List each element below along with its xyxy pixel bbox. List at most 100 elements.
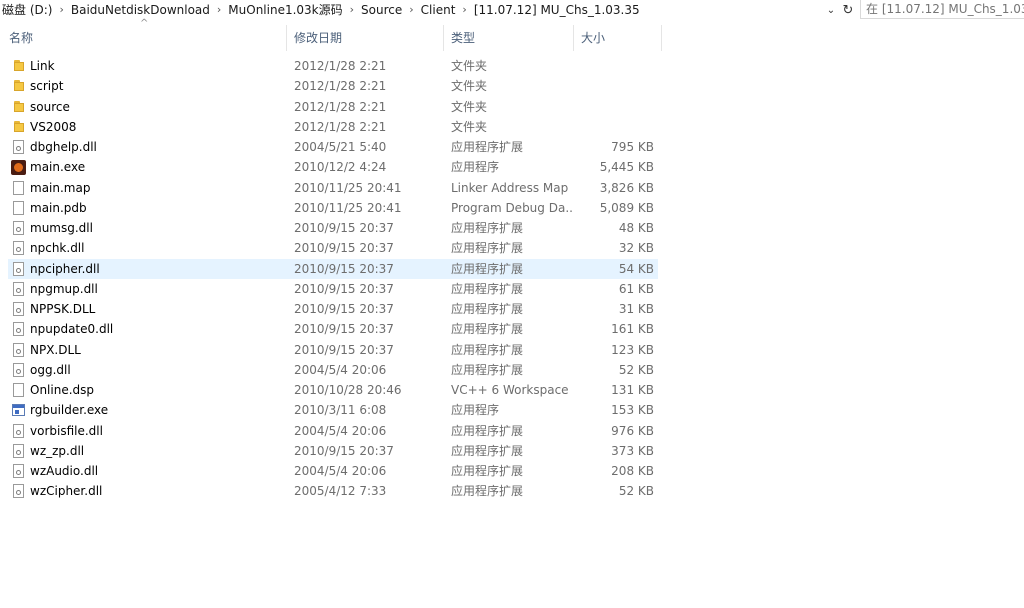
search-box[interactable] [860,0,1024,19]
breadcrumb-item[interactable]: 磁盘 (D:) [0,0,54,20]
file-row[interactable]: wz_zp.dll 2010/9/15 20:37 应用程序扩展 373 KB [8,441,658,461]
file-size: 52 KB [618,362,654,377]
file-size: 31 KB [618,302,654,316]
breadcrumb-separator[interactable]: › [54,0,68,20]
file-type: 文件夹 [451,79,488,94]
search-input[interactable] [861,0,1024,18]
column-header-date[interactable]: 修改日期 [285,25,444,51]
file-type: 应用程序扩展 [451,464,524,478]
dll-icon [13,241,24,256]
column-header-size[interactable]: 大小 [572,25,662,51]
file-type: 应用程序扩展 [451,261,524,276]
file-name: script [30,79,64,94]
file-size: 373 KB [611,443,654,458]
file-row[interactable]: vorbisfile.dll 2004/5/4 20:06 应用程序扩展 976 KB [8,421,658,441]
file-name: wzAudio.dll [30,464,99,478]
file-date: 2010/9/15 20:37 [294,221,394,235]
file-date: 2012/1/28 2:21 [294,59,387,73]
file-name: wz_zp.dll [30,443,85,458]
file-name: vorbisfile.dll [30,423,103,438]
file-name: dbghelp.dll [30,140,97,154]
file-type: 应用程序扩展 [451,443,524,458]
file-row[interactable]: wzCipher.dll 2005/4/12 7:33 应用程序扩展 52 KB [8,481,658,501]
column-header-type[interactable]: 类型 [442,25,574,51]
breadcrumb-separator[interactable]: › [404,0,418,20]
file-date: 2010/9/15 20:37 [294,443,394,458]
folder-icon [12,59,25,74]
dll-icon [13,342,24,357]
dll-icon [13,221,24,235]
breadcrumb-separator[interactable]: › [212,0,226,20]
column-header-size-label: 大小 [581,31,606,45]
file-row[interactable]: npcipher.dll 2010/9/15 20:37 应用程序扩展 54 KB [8,258,658,279]
breadcrumb-item[interactable]: BaiduNetdiskDownload [69,0,212,20]
dll-icon [13,362,24,377]
exe-app-icon [12,404,25,417]
file-name: main.pdb [30,200,87,215]
file-name: npupdate0.dll [30,322,114,337]
chevron-down-icon[interactable]: ⌄ [823,0,839,20]
file-row[interactable]: main.exe 2010/12/2 4:24 应用程序 5,445 KB [8,157,658,177]
breadcrumb-item[interactable]: [11.07.12] MU_Chs_1.03.35 [472,0,642,20]
file-date: 2010/12/2 4:24 [294,160,387,175]
file-date: 2012/1/28 2:21 [294,79,387,94]
file-size: 52 KB [618,484,654,499]
file-row[interactable]: Online.dsp 2010/10/28 20:46 VC++ 6 Workspa… [8,380,658,400]
refresh-icon[interactable]: ↻ [839,0,857,20]
dll-icon [13,281,24,296]
file-row[interactable]: dbghelp.dll 2004/5/21 5:40 应用程序扩展 795 KB [8,137,658,157]
file-size: 976 KB [611,423,654,438]
file-row[interactable]: main.pdb 2010/11/25 20:41 Program Debug Da… [8,198,658,218]
breadcrumb-item[interactable]: Source [359,0,404,20]
file-type: 应用程序扩展 [451,342,524,357]
breadcrumb[interactable]: 磁盘 (D:) › BaiduNetdiskDownload › MuOnline1.0… [0,0,830,20]
file-date: 2004/5/4 20:06 [294,464,387,478]
file-row[interactable]: ogg.dll 2004/5/4 20:06 应用程序扩展 52 KB [8,360,658,380]
breadcrumb-separator[interactable]: › [457,0,471,20]
file-size: 48 KB [618,221,654,235]
file-row[interactable]: npchk.dll 2010/9/15 20:37 应用程序扩展 32 KB [8,238,658,258]
file-name: main.exe [30,160,86,175]
file-type: Linker Address Map [451,180,569,195]
file-date: 2004/5/4 20:06 [294,362,387,377]
file-row[interactable]: rgbuilder.exe 2010/3/11 6:08 应用程序 153 KB [8,400,658,420]
file-date: 2010/9/15 20:37 [294,241,394,256]
dll-icon [13,140,24,154]
file-row[interactable]: npupdate0.dll 2010/9/15 20:37 应用程序扩展 161 KB [8,319,658,339]
file-row[interactable]: script 2012/1/28 2:21 文件夹 [8,76,658,96]
file-row[interactable]: VS2008 2012/1/28 2:21 文件夹 [8,117,658,137]
file-size: 5,445 KB [599,160,654,175]
folder-icon [12,120,25,135]
file-name: main.map [30,180,91,195]
file-type: Program Debug Da... [451,200,573,215]
file-row[interactable]: source 2012/1/28 2:21 文件夹 [8,97,658,117]
breadcrumb-item[interactable]: Client [419,0,458,20]
file-name: Link [30,59,55,73]
breadcrumb-separator[interactable]: › [345,0,359,20]
dll-icon [13,464,24,478]
dll-icon [13,261,24,276]
file-date: 2004/5/21 5:40 [294,140,387,154]
file-type: 文件夹 [451,59,488,73]
file-row[interactable]: NPPSK.DLL 2010/9/15 20:37 应用程序扩展 31 KB [8,299,658,319]
file-row[interactable]: wzAudio.dll 2004/5/4 20:06 应用程序扩展 208 KB [8,461,658,481]
file-row[interactable]: main.map 2010/11/25 20:41 Linker Address M… [8,178,658,198]
file-date: 2010/9/15 20:37 [294,302,394,316]
file-row[interactable]: npgmup.dll 2010/9/15 20:37 应用程序扩展 61 KB [8,279,658,299]
file-size: 3,826 KB [599,180,654,195]
file-type: 应用程序扩展 [451,281,524,296]
file-name: mumsg.dll [30,221,93,235]
file-row[interactable]: mumsg.dll 2010/9/15 20:37 应用程序扩展 48 KB [8,218,658,238]
file-name: Online.dsp [30,383,95,397]
file-type: 文件夹 [451,99,488,114]
file-size: 123 KB [611,342,654,357]
column-header-name[interactable]: 名称 [0,25,287,51]
file-size: 54 KB [618,261,654,276]
file-type: 应用程序扩展 [451,484,524,499]
file-row[interactable]: Link 2012/1/28 2:21 文件夹 [8,56,658,76]
file-type: 应用程序 [451,160,500,175]
file-row[interactable]: NPX.DLL 2010/9/15 20:37 应用程序扩展 123 KB [8,340,658,360]
breadcrumb-item[interactable]: MuOnline1.03k源码 [226,0,344,20]
file-type: 应用程序扩展 [451,322,524,337]
file-size: 5,089 KB [599,200,654,215]
